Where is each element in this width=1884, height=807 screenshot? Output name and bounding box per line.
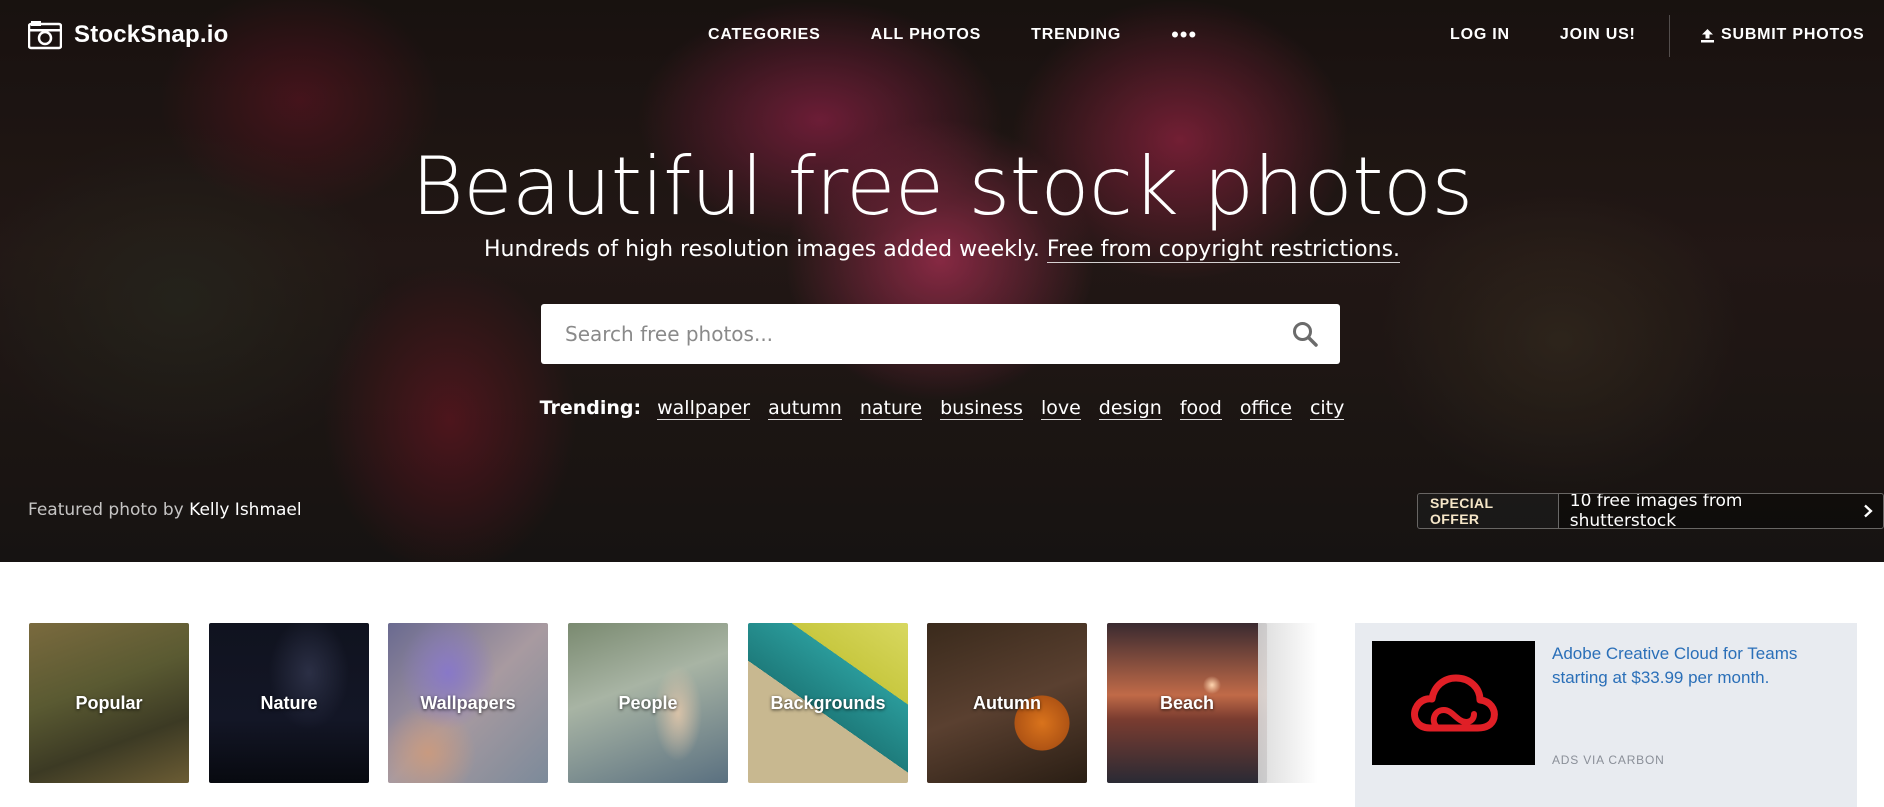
top-navigation: StockSnap.io CATEGORIES ALL PHOTOS TREND… [0, 0, 1884, 72]
ad-image[interactable] [1372, 641, 1535, 765]
ad-text-link[interactable]: Adobe Creative Cloud for Teams starting … [1552, 642, 1842, 690]
trending-label: Trending: [539, 397, 642, 419]
nav-categories[interactable]: CATEGORIES [708, 26, 821, 44]
featured-prefix: Featured photo by [28, 500, 184, 520]
category-autumn[interactable]: Autumn [927, 623, 1087, 783]
copyright-link[interactable]: Free from copyright restrictions. [1046, 237, 1401, 263]
featured-author-link[interactable]: Kelly Ishmael [189, 500, 301, 520]
brand-logo[interactable]: StockSnap.io [28, 20, 228, 50]
hero: StockSnap.io CATEGORIES ALL PHOTOS TREND… [0, 0, 1884, 562]
log-in-link[interactable]: LOG IN [1450, 26, 1510, 44]
category-label: People [618, 692, 678, 713]
nav-all-photos[interactable]: ALL PHOTOS [871, 26, 982, 44]
trending-tag[interactable]: love [1040, 397, 1081, 420]
chevron-right-icon [1864, 504, 1873, 518]
upload-icon [1701, 28, 1714, 42]
account-nav: LOG IN JOIN US! [1450, 26, 1686, 44]
category-label: Autumn [973, 692, 1041, 713]
search-button[interactable] [1270, 304, 1340, 364]
subhead-text: Hundreds of high resolution images added… [483, 237, 1040, 262]
camera-logo-icon [28, 21, 62, 50]
category-label: Wallpapers [420, 692, 516, 713]
hero-headline: Beautiful free stock photos [411, 140, 1473, 233]
search-bar [541, 304, 1340, 364]
category-label: Backgrounds [770, 692, 886, 713]
trending-tag[interactable]: office [1239, 397, 1292, 420]
category-label: Popular [75, 692, 143, 713]
trending-tag[interactable]: nature [859, 397, 923, 420]
category-nature[interactable]: Nature [209, 623, 369, 783]
category-label: Nature [260, 692, 318, 713]
join-link[interactable]: JOIN US! [1560, 26, 1636, 44]
trending-tag[interactable]: design [1098, 397, 1162, 420]
brand-name: StockSnap.io [74, 21, 229, 48]
ads-via-carbon-link[interactable]: ADS VIA CARBON [1552, 753, 1665, 767]
trending-tag[interactable]: wallpaper [657, 397, 751, 420]
category-popular[interactable]: Popular [29, 623, 189, 783]
offer-text-wrap: 10 free images from shutterstock [1558, 493, 1883, 529]
category-beach[interactable]: Beach [1107, 623, 1267, 783]
special-offer-badge: SPECIAL OFFER [1418, 494, 1559, 528]
search-icon [1293, 322, 1318, 347]
special-offer-banner[interactable]: SPECIAL OFFER 10 free images from shutte… [1417, 493, 1884, 529]
submit-photos-button[interactable]: SUBMIT PHOTOS [1700, 26, 1864, 44]
category-people[interactable]: People [568, 623, 728, 783]
nav-trending[interactable]: TRENDING [1031, 26, 1121, 44]
offer-text: 10 free images from shutterstock [1569, 493, 1743, 529]
more-menu-icon[interactable]: ••• [1171, 24, 1197, 46]
category-wallpapers[interactable]: Wallpapers [388, 623, 548, 783]
category-carousel: Popular Nature Wallpapers People Backgro… [29, 623, 1309, 783]
trending-tag[interactable]: business [940, 397, 1023, 420]
carbon-ad: Adobe Creative Cloud for Teams starting … [1355, 623, 1857, 807]
trending-tag[interactable]: food [1179, 397, 1222, 420]
featured-photo-credit: Featured photo by Kelly Ishmael [28, 500, 302, 520]
hero-background-photo [0, 0, 1884, 562]
trending-tag[interactable]: autumn [768, 397, 842, 420]
submit-photos-label: SUBMIT PHOTOS [1721, 26, 1865, 43]
carousel-next-tile-fade[interactable] [1258, 623, 1318, 783]
main-nav: CATEGORIES ALL PHOTOS TRENDING ••• [708, 24, 1197, 46]
category-backgrounds[interactable]: Backgrounds [748, 623, 908, 783]
creative-cloud-logo [1410, 674, 1498, 732]
category-label: Beach [1159, 692, 1215, 713]
hero-subhead: Hundreds of high resolution images added… [0, 237, 1884, 263]
nav-divider [1669, 15, 1670, 57]
trending-tags: Trending: wallpaper autumn nature busine… [0, 397, 1884, 420]
trending-tag[interactable]: city [1309, 397, 1345, 420]
search-input[interactable] [541, 304, 1270, 364]
